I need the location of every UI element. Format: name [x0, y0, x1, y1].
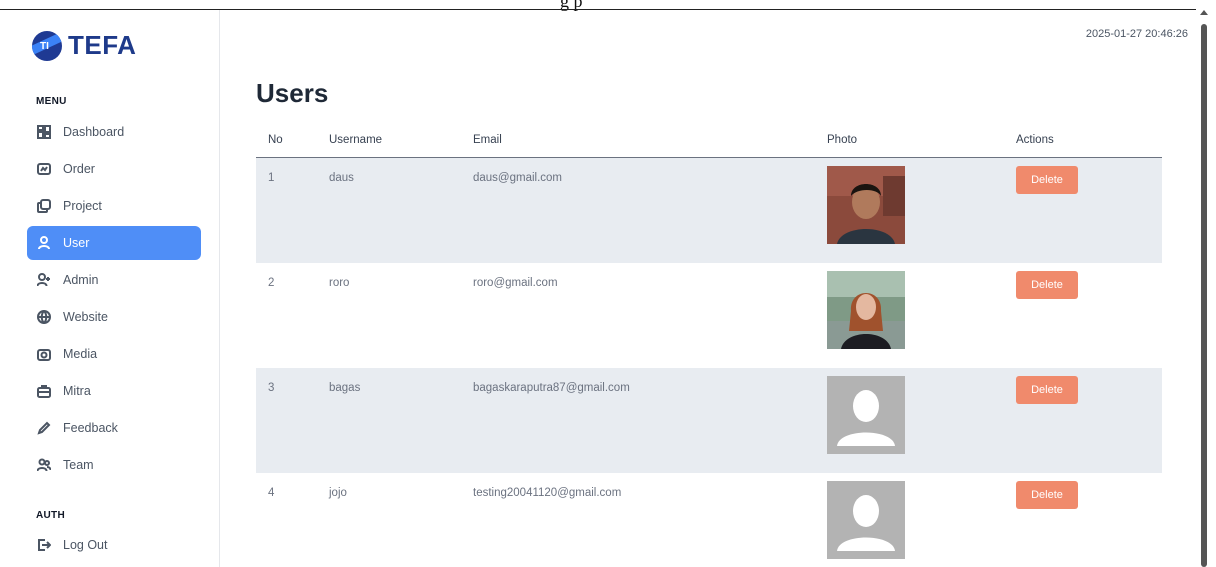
column-header-actions: Actions — [1016, 133, 1054, 146]
pencil-icon — [37, 421, 51, 435]
cell-actions: Delete — [1016, 263, 1162, 299]
cell-photo — [827, 158, 1016, 244]
cell-email: roro@gmail.com — [473, 277, 558, 289]
sidebar-item-project[interactable]: Project — [27, 189, 201, 223]
sidebar-item-feedback[interactable]: Feedback — [27, 411, 201, 445]
sidebar-item-label: Log Out — [63, 538, 108, 552]
logo-mark-icon: TI — [32, 30, 62, 61]
table-header: No Username Email Photo Actions — [256, 122, 1162, 158]
sidebar-item-team[interactable]: Team — [27, 448, 201, 482]
globe-icon — [37, 310, 51, 324]
sidebar-item-logout[interactable]: Log Out — [27, 528, 201, 562]
sidebar-item-admin[interactable]: Admin — [27, 263, 201, 297]
sidebar-item-label: Team — [63, 458, 94, 472]
cell-no: 1 — [268, 172, 275, 184]
camera-icon — [37, 347, 51, 361]
top-edge: g p — [0, 0, 1216, 11]
sidebar-item-order[interactable]: Order — [27, 152, 201, 186]
cell-no: 3 — [268, 382, 275, 394]
sidebar-item-label: Project — [63, 199, 102, 213]
timestamp: 2025-01-27 20:46:26 — [1085, 28, 1188, 40]
delete-button[interactable]: Delete — [1016, 166, 1078, 194]
cell-username: jojo — [329, 487, 347, 499]
menu-section-label: MENU — [36, 96, 67, 107]
sidebar-item-label: Order — [63, 162, 95, 176]
admin-icon — [37, 273, 51, 287]
cell-username: roro — [329, 277, 350, 289]
sidebar-item-media[interactable]: Media — [27, 337, 201, 371]
delete-button[interactable]: Delete — [1016, 376, 1078, 404]
cell-photo — [827, 263, 1016, 349]
header-fragment: g p — [560, 0, 583, 11]
cell-username: daus — [329, 172, 354, 184]
project-icon — [37, 199, 51, 213]
sidebar-item-website[interactable]: Website — [27, 300, 201, 334]
column-header-username: Username — [329, 133, 383, 146]
table-row: 4 jojo testing20041120@gmail.com Delete — [256, 473, 1162, 567]
cell-actions: Delete — [1016, 473, 1162, 509]
cell-photo — [827, 473, 1016, 559]
cell-email: daus@gmail.com — [473, 172, 563, 184]
scrollbar[interactable] — [1200, 10, 1208, 567]
cell-username: bagas — [329, 382, 361, 394]
sidebar-item-label: Admin — [63, 273, 99, 287]
sidebar-item-label: Media — [63, 347, 98, 361]
sidebar-item-mitra[interactable]: Mitra — [27, 374, 201, 408]
cell-email: testing20041120@gmail.com — [473, 487, 622, 499]
default-avatar-icon — [827, 481, 905, 559]
table-row: 1 daus daus@gmail.com Delete — [256, 158, 1162, 263]
sidebar-item-label: Dashboard — [63, 125, 125, 139]
sidebar: TI TEFA MENU Dashboard Order Project Use… — [0, 10, 220, 567]
logout-icon — [37, 538, 51, 552]
sidebar-item-user[interactable]: User — [27, 226, 201, 260]
dashboard-icon — [37, 125, 51, 139]
cell-no: 4 — [268, 487, 275, 499]
default-avatar-icon — [827, 376, 905, 454]
cell-actions: Delete — [1016, 368, 1162, 404]
column-header-email: Email — [473, 133, 502, 146]
sidebar-item-label: Feedback — [63, 421, 118, 435]
logo-text: TEFA — [68, 30, 137, 60]
column-header-no: No — [268, 133, 283, 146]
sidebar-item-label: Mitra — [63, 384, 91, 398]
man-photo — [827, 166, 905, 244]
delete-button[interactable]: Delete — [1016, 481, 1078, 509]
table-row: 3 bagas bagaskaraputra87@gmail.com Delet… — [256, 368, 1162, 473]
auth-section-label: AUTH — [36, 510, 65, 521]
cell-no: 2 — [268, 277, 275, 289]
column-header-photo: Photo — [827, 133, 858, 146]
team-icon — [37, 458, 51, 472]
user-icon — [37, 236, 51, 250]
users-table: No Username Email Photo Actions 1 daus d… — [256, 122, 1162, 567]
scroll-up-icon[interactable] — [1200, 10, 1208, 15]
sidebar-item-dashboard[interactable]: Dashboard — [27, 115, 201, 149]
cell-email: bagaskaraputra87@gmail.com — [473, 382, 630, 394]
briefcase-icon — [37, 384, 51, 398]
sidebar-item-label: User — [63, 236, 90, 250]
woman-photo — [827, 271, 905, 349]
cell-photo — [827, 368, 1016, 454]
logo[interactable]: TI TEFA — [32, 30, 136, 61]
scroll-thumb[interactable] — [1201, 24, 1207, 567]
page-title: Users — [256, 78, 329, 108]
cell-actions: Delete — [1016, 158, 1162, 194]
sidebar-item-label: Website — [63, 310, 108, 324]
table-row: 2 roro roro@gmail.com Delete — [256, 263, 1162, 368]
delete-button[interactable]: Delete — [1016, 271, 1078, 299]
order-icon — [37, 162, 51, 176]
logo-mark-text: TI — [40, 40, 49, 52]
